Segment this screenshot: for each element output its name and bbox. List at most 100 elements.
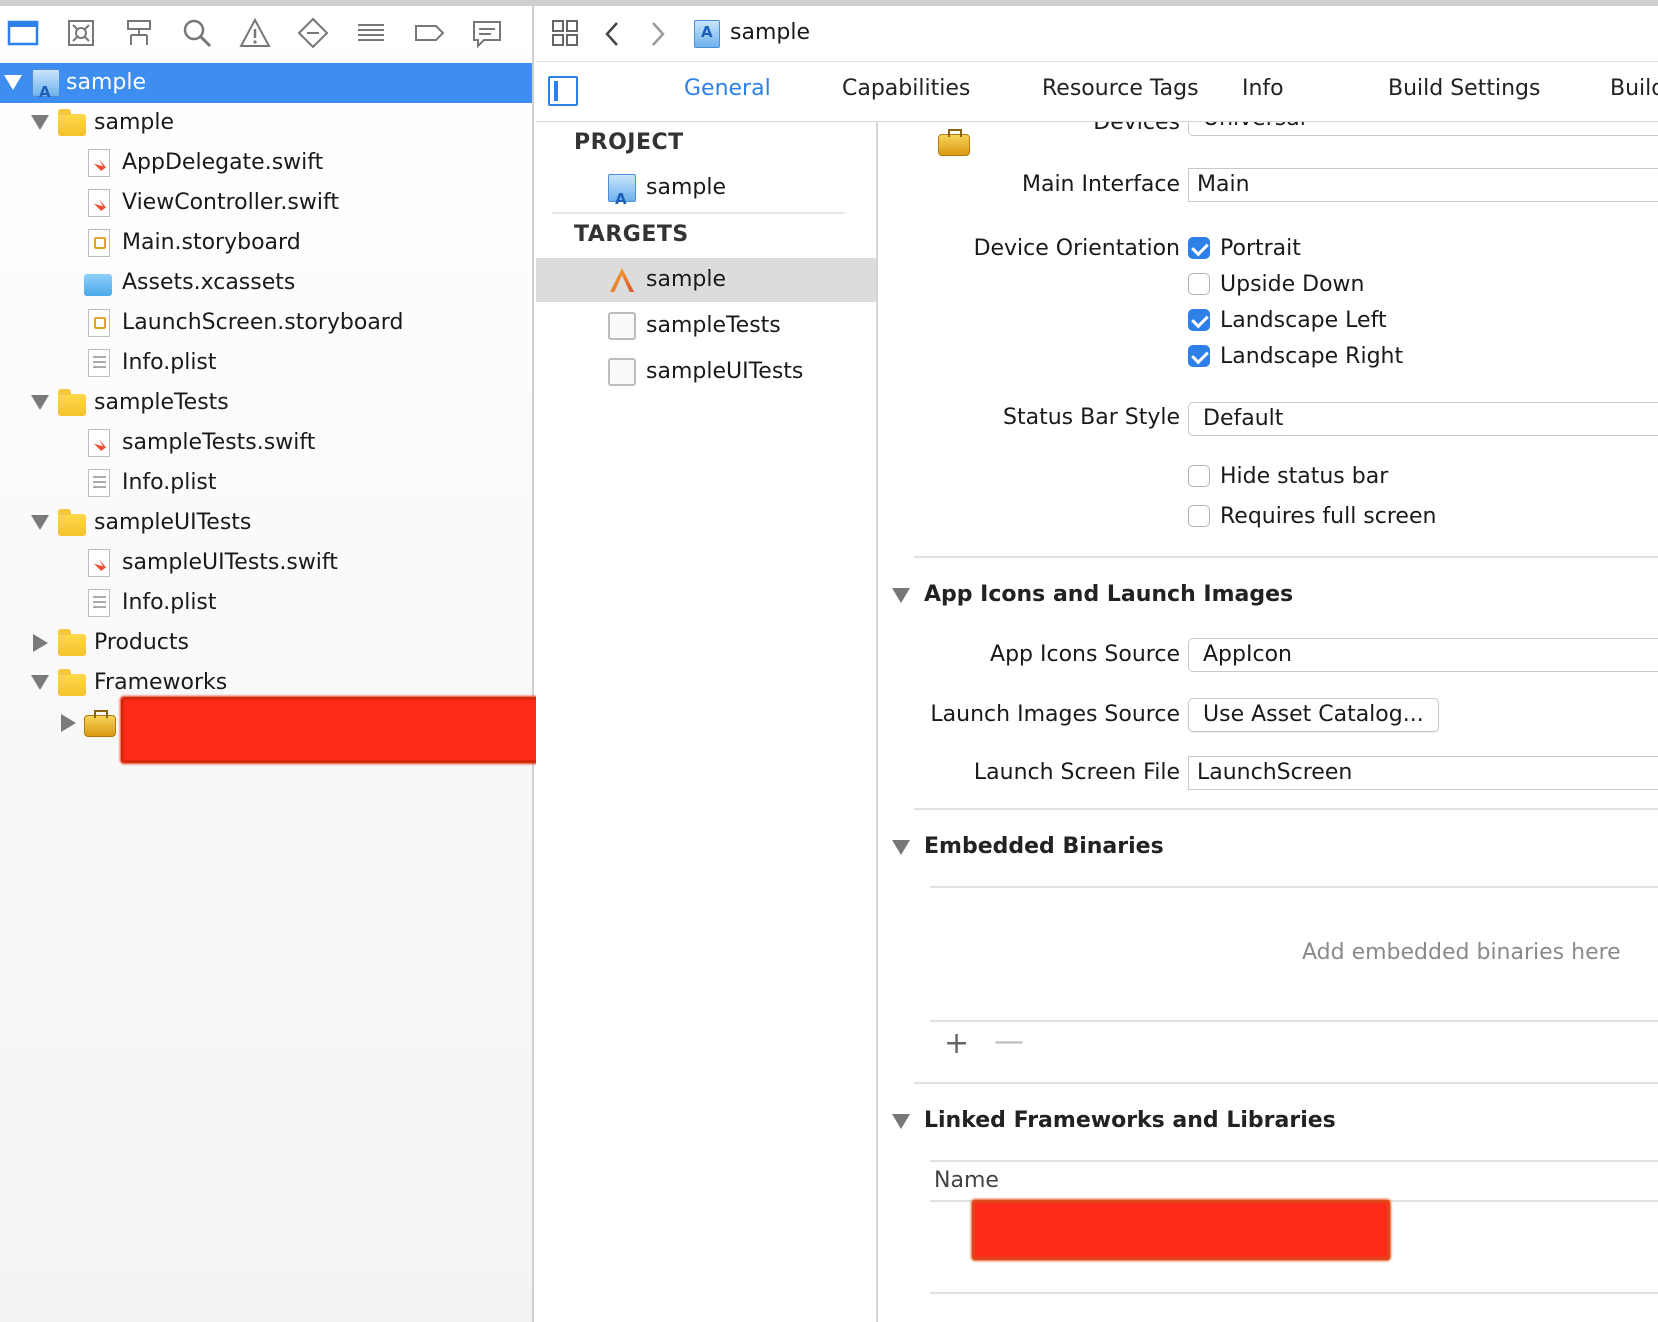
back-chevron-icon[interactable] — [600, 20, 624, 48]
project-navigator-icon[interactable] — [6, 16, 40, 50]
section-disclosure-icon[interactable] — [892, 588, 910, 603]
checkbox-label: Landscape Left — [1220, 308, 1387, 333]
checkbox-unchecked-icon[interactable] — [1188, 465, 1210, 487]
checkbox-checked-icon[interactable] — [1188, 237, 1210, 259]
tab-capabilities[interactable]: Capabilities — [842, 76, 970, 101]
nav-item-file[interactable]: ViewController.swift — [0, 183, 532, 223]
checkbox-checked-icon[interactable] — [1188, 309, 1210, 331]
project-item-label: sample — [646, 175, 726, 200]
section-divider — [914, 808, 1658, 810]
remove-embedded-binary-button[interactable]: — — [994, 1024, 1024, 1059]
symbol-navigator-icon[interactable] — [122, 16, 156, 50]
nav-item-file[interactable]: sampleTests.swift — [0, 423, 532, 463]
nav-item-folder[interactable]: Products — [0, 623, 532, 663]
disclosure-triangle-icon[interactable] — [31, 395, 49, 410]
nav-item-file[interactable]: Main.storyboard — [0, 223, 532, 263]
nav-item-folder[interactable]: sample — [0, 103, 532, 143]
checkbox-label: Upside Down — [1220, 272, 1365, 297]
nav-item-folder[interactable]: sampleTests — [0, 383, 532, 423]
launch-screen-file-field[interactable]: LaunchScreen — [1188, 756, 1658, 790]
nav-item-label: sampleUITests — [94, 510, 252, 535]
navigator-toolbar — [0, 6, 534, 64]
editor-tab-bar: General Capabilities Resource Tags Info … — [536, 62, 1658, 122]
hide-targets-pane-icon[interactable] — [548, 76, 578, 106]
nav-item-label: AppDelegate.swift — [122, 150, 324, 175]
nav-item-folder[interactable]: sampleUITests — [0, 503, 532, 543]
use-asset-catalog-button[interactable]: Use Asset Catalog... — [1188, 698, 1439, 732]
name-column-header[interactable]: Name — [934, 1168, 999, 1193]
nav-item-file[interactable]: Info.plist — [0, 343, 532, 383]
checkbox-unchecked-icon[interactable] — [1188, 505, 1210, 527]
nav-item-label: Info.plist — [122, 470, 217, 495]
nav-item-file[interactable]: Info.plist — [0, 463, 532, 503]
nav-item-label: sample — [94, 110, 174, 135]
nav-item-file[interactable]: sampleUITests.swift — [0, 543, 532, 583]
nav-item-label: Info.plist — [122, 350, 217, 375]
nav-item-project[interactable]: sample — [0, 63, 532, 112]
find-icon[interactable] — [180, 16, 214, 50]
nav-item-label: LaunchScreen.storyboard — [122, 310, 404, 335]
app-icons-source-popup[interactable]: AppIcon — [1188, 638, 1658, 672]
test-icon[interactable] — [296, 16, 330, 50]
section-disclosure-icon[interactable] — [892, 1114, 910, 1129]
device-orientation-label: Device Orientation — [973, 236, 1180, 261]
tab-general[interactable]: General — [684, 76, 771, 101]
disclosure-triangle-icon[interactable] — [31, 675, 49, 690]
checkbox-checked-icon[interactable] — [1188, 345, 1210, 367]
disclosure-triangle-icon[interactable] — [31, 515, 49, 530]
project-navigator: sample sample AppDelegate.swift ViewCont… — [0, 6, 534, 1322]
nav-item-file[interactable]: Assets.xcassets — [0, 263, 532, 303]
nav-item-file[interactable]: AppDelegate.swift — [0, 143, 532, 183]
report-icon[interactable] — [470, 16, 504, 50]
checkbox-label: Requires full screen — [1220, 504, 1437, 529]
nav-item-label: sampleUITests.swift — [122, 550, 338, 575]
test-target-icon — [608, 312, 636, 340]
add-embedded-binary-button[interactable]: + — [944, 1026, 969, 1061]
tab-build-settings[interactable]: Build Settings — [1388, 76, 1540, 101]
embedded-binaries-section-header[interactable]: Embedded Binaries — [924, 834, 1164, 859]
status-bar-style-popup[interactable]: Default — [1188, 402, 1658, 436]
nav-item-label: ViewController.swift — [122, 190, 339, 215]
table-divider — [930, 886, 1658, 888]
tab-resource-tags[interactable]: Resource Tags — [1042, 76, 1199, 101]
breadcrumb[interactable]: sample — [730, 20, 810, 45]
source-control-icon[interactable] — [64, 16, 98, 50]
nav-item-file[interactable]: Info.plist — [0, 583, 532, 623]
targets-section-header: TARGETS — [574, 222, 689, 247]
devices-popup[interactable]: Universal — [1188, 122, 1658, 136]
breakpoint-icon[interactable] — [412, 16, 446, 50]
debug-icon[interactable] — [354, 16, 388, 50]
framework-toolbox-icon — [84, 710, 116, 737]
issue-icon[interactable] — [238, 16, 272, 50]
xcode-project-icon — [608, 174, 636, 221]
nav-item-label: sampleTests — [94, 390, 229, 415]
target-item[interactable]: sampleTests — [536, 304, 876, 348]
editor-jump-bar: sample — [536, 6, 1658, 62]
disclosure-triangle-icon[interactable] — [61, 714, 76, 732]
devices-label: Devices — [1093, 122, 1180, 135]
app-icons-section-header[interactable]: App Icons and Launch Images — [924, 582, 1293, 607]
app-target-icon — [608, 266, 636, 294]
section-disclosure-icon[interactable] — [892, 840, 910, 855]
checkbox-label: Landscape Right — [1220, 344, 1404, 369]
checkbox-unchecked-icon[interactable] — [1188, 273, 1210, 295]
swift-file-icon — [88, 429, 110, 457]
disclosure-triangle-icon[interactable] — [31, 115, 49, 130]
target-item[interactable]: sample — [536, 258, 876, 302]
main-interface-field[interactable]: Main — [1188, 168, 1658, 202]
checkbox-label: Portrait — [1220, 236, 1301, 261]
forward-chevron-icon[interactable] — [646, 20, 670, 48]
nav-item-file[interactable]: LaunchScreen.storyboard — [0, 303, 532, 343]
disclosure-triangle-icon[interactable] — [4, 75, 22, 90]
disclosure-triangle-icon[interactable] — [33, 634, 48, 652]
folder-icon — [58, 109, 86, 136]
tab-build-phases[interactable]: Build — [1610, 76, 1658, 101]
target-item[interactable]: sampleUITests — [536, 350, 876, 394]
storyboard-file-icon — [88, 309, 110, 337]
status-bar-style-label: Status Bar Style — [1003, 405, 1180, 430]
project-item[interactable]: sample — [536, 166, 876, 221]
tab-info[interactable]: Info — [1242, 76, 1284, 101]
related-items-icon[interactable] — [550, 18, 580, 48]
linked-frameworks-section-header[interactable]: Linked Frameworks and Libraries — [924, 1108, 1336, 1133]
general-settings: Devices Universal Main Interface Main De… — [880, 122, 1658, 1322]
